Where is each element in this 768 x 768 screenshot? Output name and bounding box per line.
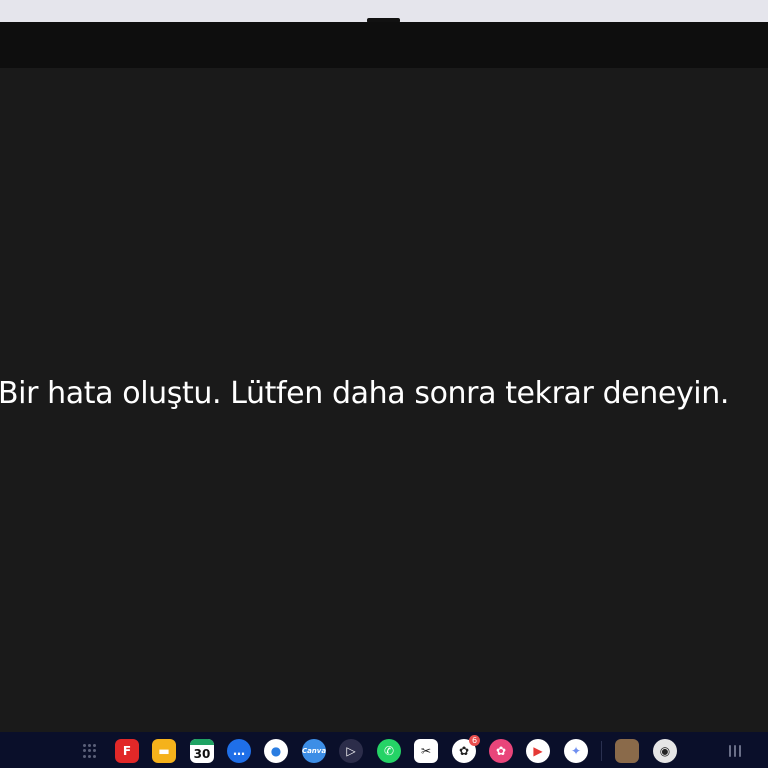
openai-icon-glyph: ✿ bbox=[458, 744, 470, 758]
youtube-music-icon-glyph: ▶ bbox=[533, 744, 543, 758]
calendar-day: 30 bbox=[193, 746, 211, 761]
whatsapp-icon-glyph: ✆ bbox=[383, 744, 395, 758]
camera-icon[interactable]: ◉ bbox=[653, 739, 677, 763]
chat-bubble-icon-glyph: … bbox=[233, 744, 245, 758]
folder-icon[interactable]: ▬ bbox=[152, 739, 176, 763]
dock-divider bbox=[601, 741, 602, 761]
notification-badge: 6 bbox=[469, 735, 480, 746]
sparkle-icon-glyph: ✦ bbox=[570, 744, 582, 758]
error-message: Bir hata oluştu. Lütfen daha sonra tekra… bbox=[0, 376, 729, 411]
calendar-icon[interactable]: 30 bbox=[190, 739, 214, 763]
capcut-icon[interactable]: ✂ bbox=[414, 739, 438, 763]
calendar-header bbox=[190, 739, 214, 745]
whatsapp-icon[interactable]: ✆ bbox=[377, 739, 401, 763]
youtube-music-icon[interactable]: ▶ bbox=[526, 739, 550, 763]
flower-icon[interactable]: ✿ bbox=[489, 739, 513, 763]
flipboard-icon-glyph: F bbox=[122, 744, 132, 758]
chat-bubble-icon[interactable]: … bbox=[227, 739, 251, 763]
openai-icon[interactable]: ✿ 6 bbox=[452, 735, 480, 763]
capcut-icon-glyph: ✂ bbox=[420, 744, 432, 758]
app-header bbox=[0, 22, 768, 68]
app-drawer-icon[interactable] bbox=[83, 744, 97, 758]
play-icon[interactable]: ▷ bbox=[339, 739, 363, 763]
sparkle-icon[interactable]: ✦ bbox=[564, 739, 588, 763]
folder-icon-glyph: ▬ bbox=[158, 744, 170, 758]
canva-icon[interactable]: Canva bbox=[302, 739, 326, 763]
flower-icon-glyph: ✿ bbox=[495, 744, 507, 758]
chrome-icon-glyph: ● bbox=[270, 744, 282, 758]
recents-icon[interactable] bbox=[729, 745, 741, 757]
camera-icon-glyph: ◉ bbox=[659, 744, 671, 758]
avatar-icon[interactable] bbox=[615, 739, 639, 763]
screen: Bir hata oluştu. Lütfen daha sonra tekra… bbox=[0, 0, 768, 768]
flipboard-icon[interactable]: F bbox=[115, 739, 139, 763]
chrome-icon[interactable]: ● bbox=[264, 739, 288, 763]
play-icon-glyph: ▷ bbox=[346, 744, 356, 758]
canva-wordmark: Canva bbox=[301, 747, 327, 755]
